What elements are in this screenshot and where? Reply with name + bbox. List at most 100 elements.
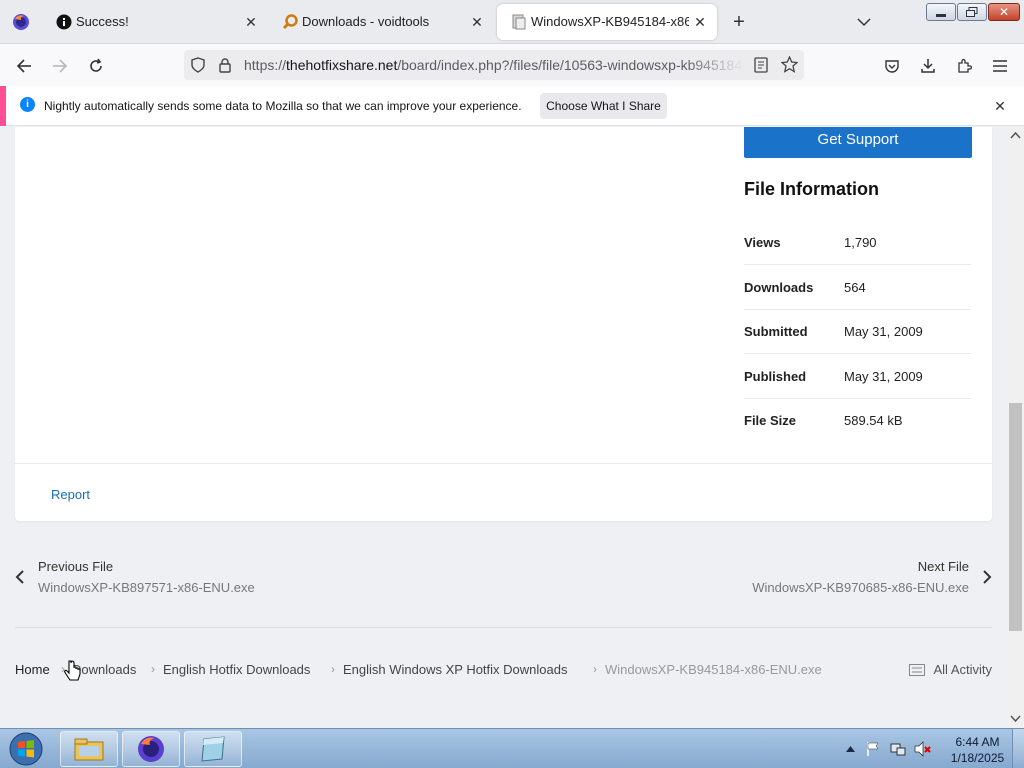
all-activity-link[interactable]: All Activity	[909, 662, 992, 677]
breadcrumb-english-hotfix-downloads[interactable]: English Hotfix Downloads	[163, 662, 310, 677]
clock[interactable]: 6:44 AM 1/18/2025	[940, 734, 1015, 766]
info-label: Downloads	[744, 280, 814, 295]
pocket-button[interactable]	[878, 52, 906, 80]
back-button[interactable]	[10, 52, 38, 80]
new-tab-button[interactable]: +	[727, 10, 751, 34]
close-icon[interactable]: ✕	[691, 13, 709, 31]
pocket-icon	[885, 60, 899, 73]
firefox-view-button[interactable]	[0, 0, 42, 44]
previous-file-label: Previous File	[38, 559, 114, 574]
hamburger-menu-icon	[993, 60, 1007, 72]
search-magnifier-icon	[282, 14, 298, 30]
url-fade	[684, 54, 744, 76]
reload-icon	[90, 58, 102, 72]
reader-view-icon[interactable]	[754, 57, 768, 73]
back-arrow-icon	[16, 59, 31, 73]
tab-title: WindowsXP-KB945184-x86-ENU.exe	[531, 14, 689, 29]
previous-file-name: WindowsXP-KB897571-x86-ENU.exe	[38, 580, 255, 595]
choose-what-i-share-button[interactable]: Choose What I Share	[540, 93, 667, 119]
taskbar-firefox-button[interactable]	[122, 731, 180, 767]
windows-taskbar: 6:44 AM 1/18/2025	[0, 728, 1024, 768]
scroll-down-arrow-icon[interactable]	[1010, 715, 1021, 723]
info-label: File Size	[744, 413, 797, 428]
address-bar[interactable]: https://thehotfixshare.net/board/index.p…	[184, 50, 804, 80]
notification-accent-strip	[0, 86, 6, 126]
forward-button[interactable]	[46, 52, 74, 80]
tab-title: Success!	[76, 14, 129, 29]
tab-title: Downloads - voidtools	[302, 14, 430, 29]
info-row-downloads: Downloads 564	[744, 266, 971, 310]
shield-icon[interactable]	[190, 57, 206, 73]
previous-file-link[interactable]: Previous File WindowsXP-KB897571-x86-ENU…	[15, 552, 315, 602]
reload-button[interactable]	[82, 52, 110, 80]
info-value: 589.54 kB	[844, 413, 903, 428]
close-icon: ✕	[998, 5, 1010, 19]
info-row-published: Published May 31, 2009	[744, 355, 971, 399]
download-icon	[921, 59, 935, 73]
url-text[interactable]: https://thehotfixshare.net/board/index.p…	[244, 57, 744, 73]
close-window-button[interactable]: ✕	[988, 3, 1020, 21]
breadcrumb-current-file: WindowsXP-KB945184-x86-ENU.exe	[605, 662, 822, 677]
breadcrumb: Home › Downloads › English Hotfix Downlo…	[15, 660, 992, 680]
app-menu-button[interactable]	[986, 52, 1014, 80]
close-icon[interactable]: ✕	[468, 13, 486, 31]
restore-button[interactable]	[957, 3, 987, 21]
section-divider	[15, 627, 992, 628]
chevron-down-icon	[857, 18, 871, 27]
taskbar-app-button[interactable]	[184, 731, 242, 767]
tab-success[interactable]: Success! ✕	[42, 4, 268, 40]
chevron-right-icon: ›	[593, 662, 597, 676]
info-label: Submitted	[744, 324, 808, 339]
close-icon[interactable]: ✕	[242, 13, 260, 31]
get-support-button[interactable]: Get Support	[744, 127, 972, 158]
bookmark-star-icon[interactable]	[781, 56, 798, 73]
lock-icon[interactable]	[218, 57, 232, 73]
info-icon	[56, 14, 72, 30]
downloads-button[interactable]	[914, 52, 942, 80]
breadcrumb-home[interactable]: Home	[15, 662, 50, 677]
chevron-right-icon: ›	[151, 662, 155, 676]
info-value: 564	[844, 280, 866, 295]
next-file-link[interactable]: Next File WindowsXP-KB970685-x86-ENU.exe	[692, 552, 992, 602]
chevron-right-icon: ›	[331, 662, 335, 676]
tab-strip: Success! ✕ Downloads - voidtools ✕ Windo…	[0, 0, 1024, 44]
telemetry-notification-bar: i Nightly automatically sends some data …	[0, 86, 1024, 126]
card-footer: Report	[15, 463, 992, 521]
clock-time: 6:44 AM	[955, 735, 1000, 749]
minimize-button[interactable]	[926, 3, 956, 21]
close-icon[interactable]: ✕	[990, 96, 1010, 116]
activity-feed-icon	[909, 664, 926, 676]
info-icon: i	[20, 97, 35, 112]
info-value: May 31, 2009	[844, 324, 923, 339]
firefox-icon	[138, 736, 164, 762]
list-all-tabs-button[interactable]	[852, 10, 876, 34]
volume-muted-icon[interactable]	[914, 741, 932, 757]
notification-text: Nightly automatically sends some data to…	[44, 99, 522, 113]
all-activity-label: All Activity	[933, 662, 992, 677]
show-hidden-icons-arrow-icon[interactable]	[846, 746, 855, 752]
vertical-scrollbar[interactable]	[1007, 127, 1024, 728]
file-pager: Previous File WindowsXP-KB897571-x86-ENU…	[15, 552, 992, 602]
show-desktop-button[interactable]	[1012, 729, 1024, 768]
windows-logo-icon	[9, 732, 43, 766]
breadcrumb-english-windows-xp-hotfix-downloads[interactable]: English Windows XP Hotfix Downloads	[343, 662, 567, 677]
taskbar-explorer-button[interactable]	[60, 731, 118, 767]
tab-current-file[interactable]: WindowsXP-KB945184-x86-ENU.exe ✕	[497, 4, 717, 40]
tab-voidtools[interactable]: Downloads - voidtools ✕	[268, 4, 494, 40]
scroll-up-arrow-icon[interactable]	[1010, 131, 1021, 139]
action-center-flag-icon[interactable]	[866, 741, 880, 757]
extensions-button[interactable]	[950, 52, 978, 80]
page-content: Get Support File Information Views 1,790…	[0, 127, 1007, 728]
mouse-cursor-hand-icon	[64, 660, 81, 681]
restore-icon	[966, 7, 978, 17]
next-file-name: WindowsXP-KB970685-x86-ENU.exe	[752, 580, 969, 595]
network-icon[interactable]	[890, 741, 906, 757]
report-link[interactable]: Report	[51, 487, 90, 502]
start-button[interactable]	[6, 731, 46, 767]
url-prefix: https://	[244, 57, 287, 73]
info-value: 1,790	[844, 235, 877, 250]
url-host: thehotfixshare.net	[286, 57, 398, 73]
scrollbar-thumb[interactable]	[1009, 403, 1022, 631]
info-value: May 31, 2009	[844, 369, 923, 384]
info-row-submitted: Submitted May 31, 2009	[744, 310, 971, 354]
